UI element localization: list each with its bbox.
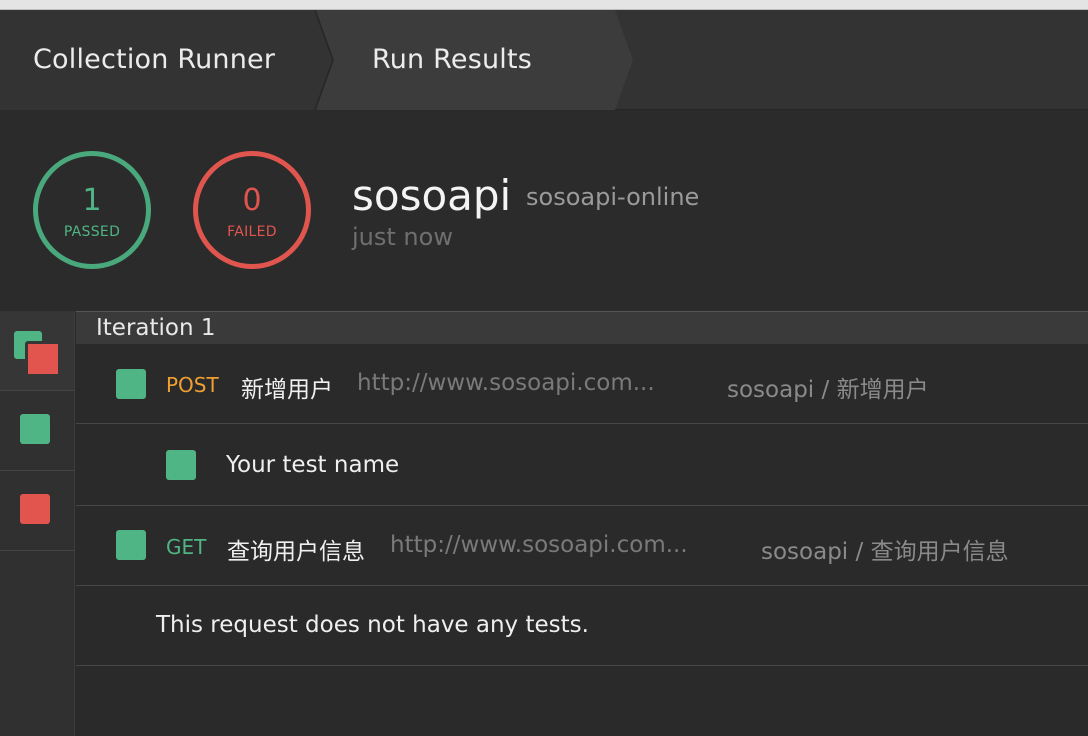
filter-passed-button[interactable] [0,391,74,471]
request-status-icon [116,369,146,399]
test-name: Your test name [226,452,400,478]
failed-filter-icon [20,494,50,524]
failed-count: 0 [242,183,262,218]
request-row[interactable]: POST 新增用户 http://www.sosoapi.com... soso… [76,344,1088,424]
no-tests-row: This request does not have any tests. [76,586,1088,666]
passed-label: PASSED [63,224,121,240]
tab-collection-runner[interactable]: Collection Runner [33,44,275,75]
test-row: Your test name [76,424,1088,506]
request-status-icon [116,530,146,560]
filter-all-button[interactable] [0,311,74,391]
request-row[interactable]: GET 查询用户信息 http://www.sosoapi.com... sos… [76,506,1088,586]
failed-count-circle: 0 FAILED [193,151,311,269]
run-summary: 1 PASSED 0 FAILED sosoapi sosoapi-online… [0,111,1088,311]
results-filter-sidebar [0,311,75,736]
environment-name: sosoapi-online [526,183,700,211]
request-path: sosoapi / 查询用户信息 [761,539,1009,565]
request-method: POST [166,373,219,397]
window-top-strip [0,0,1088,10]
request-name: 查询用户信息 [227,539,365,565]
request-name: 新增用户 [241,377,333,403]
request-method: GET [166,535,207,559]
no-tests-message: This request does not have any tests. [156,612,589,638]
failed-label: FAILED [227,224,277,240]
filter-failed-button[interactable] [0,471,74,551]
run-time: just now [352,223,453,251]
runner-breadcrumb-tabs: Collection Runner Run Results [0,10,1088,110]
passed-count-circle: 1 PASSED [33,151,151,269]
request-path: sosoapi / 新增用户 [727,377,929,403]
passed-filter-icon [20,414,50,444]
tab-run-results[interactable]: Run Results [372,44,532,75]
test-status-icon [166,450,196,480]
request-url[interactable]: http://www.sosoapi.com... [390,532,688,558]
iteration-label: Iteration 1 [96,315,216,341]
collection-name: sosoapi [352,171,512,220]
iteration-header: Iteration 1 [76,311,1088,344]
request-url[interactable]: http://www.sosoapi.com... [357,370,655,396]
passed-count: 1 [82,183,102,218]
